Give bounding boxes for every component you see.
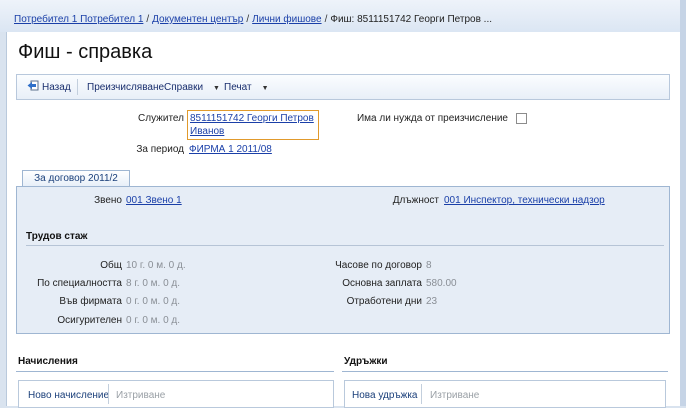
back-icon[interactable] — [27, 80, 39, 91]
recalculate-button[interactable]: Преизчисляване — [87, 82, 164, 93]
employee-link-line1[interactable]: 8511151742 Георги Петров — [190, 113, 314, 124]
toolbar-divider — [421, 384, 422, 404]
seniority-insurance-label: Осигурителен — [57, 315, 122, 326]
position-link[interactable]: 001 Инспектор, технически надзор — [444, 195, 605, 206]
worked-days-value: 23 — [426, 296, 438, 307]
delete-deduction-button[interactable]: Изтриване — [430, 390, 479, 401]
back-button[interactable]: Назад — [42, 82, 71, 93]
unit-link[interactable]: 001 Звено 1 — [126, 195, 182, 206]
page-title: Фиш - справка — [18, 41, 153, 63]
chevron-down-icon: ▼ — [213, 85, 220, 92]
new-deduction-button[interactable]: Нова удръжка — [352, 390, 417, 401]
toolbar-divider — [77, 79, 78, 95]
scrollbar[interactable] — [680, 0, 686, 406]
reports-menu-label: Справки — [164, 82, 204, 93]
unit-label: Звено — [94, 195, 122, 206]
base-salary-value: 580.00 — [426, 278, 457, 289]
seniority-insurance-value: 0 г. 0 м. 0 д. — [126, 315, 181, 326]
new-accrual-button[interactable]: Ново начисление — [28, 390, 109, 401]
accruals-title: Начисления — [18, 356, 78, 367]
seniority-company-value: 0 г. 0 м. 0 д. — [126, 296, 181, 307]
breadcrumb-document-center[interactable]: Документен център — [152, 14, 243, 25]
reports-menu[interactable]: Справки ▼ — [164, 82, 220, 93]
delete-accrual-button[interactable]: Изтриване — [116, 390, 165, 401]
contract-hours-label: Часове по договор — [335, 260, 422, 271]
breadcrumb: Потребител 1 Потребител 1/Документен цен… — [14, 14, 493, 25]
seniority-total-value: 10 г. 0 м. 0 д. — [126, 260, 186, 271]
base-salary-label: Основна заплата — [342, 278, 422, 289]
employee-label: Служител — [138, 113, 184, 124]
breadcrumb-user[interactable]: Потребител 1 Потребител 1 — [14, 14, 143, 25]
period-link[interactable]: ФИРМА 1 2011/08 — [189, 144, 272, 155]
divider — [26, 245, 664, 246]
tab-contract[interactable]: За договор 2011/2 — [22, 170, 130, 187]
contract-hours-value: 8 — [426, 260, 432, 271]
divider — [16, 371, 334, 372]
chevron-down-icon: ▼ — [261, 85, 269, 92]
toolbar-divider — [108, 384, 109, 404]
print-menu[interactable]: Печат ▼ — [224, 82, 269, 93]
breadcrumb-payslips[interactable]: Лични фишове — [252, 14, 321, 25]
recalc-needed-label: Има ли нужда от преизчисление — [356, 113, 508, 124]
seniority-specialty-value: 8 г. 0 м. 0 д. — [126, 278, 181, 289]
worked-days-label: Отработени дни — [346, 296, 422, 307]
seniority-specialty-label: По специалността — [37, 278, 122, 289]
deductions-title: Удръжки — [344, 356, 388, 367]
divider — [342, 371, 668, 372]
seniority-company-label: Във фирмата — [59, 296, 122, 307]
position-label: Длъжност — [392, 195, 439, 206]
print-menu-label: Печат — [224, 82, 252, 93]
recalc-needed-checkbox[interactable] — [516, 113, 527, 124]
seniority-total-label: Общ — [100, 260, 122, 271]
period-label: За период — [136, 144, 184, 155]
employee-link[interactable]: 8511151742 Георги Петров Иванов — [187, 110, 319, 140]
breadcrumb-current: Фиш: 8511151742 Георги Петров ... — [330, 14, 493, 25]
seniority-title: Трудов стаж — [26, 231, 88, 242]
employee-link-line2[interactable]: Иванов — [190, 126, 224, 137]
